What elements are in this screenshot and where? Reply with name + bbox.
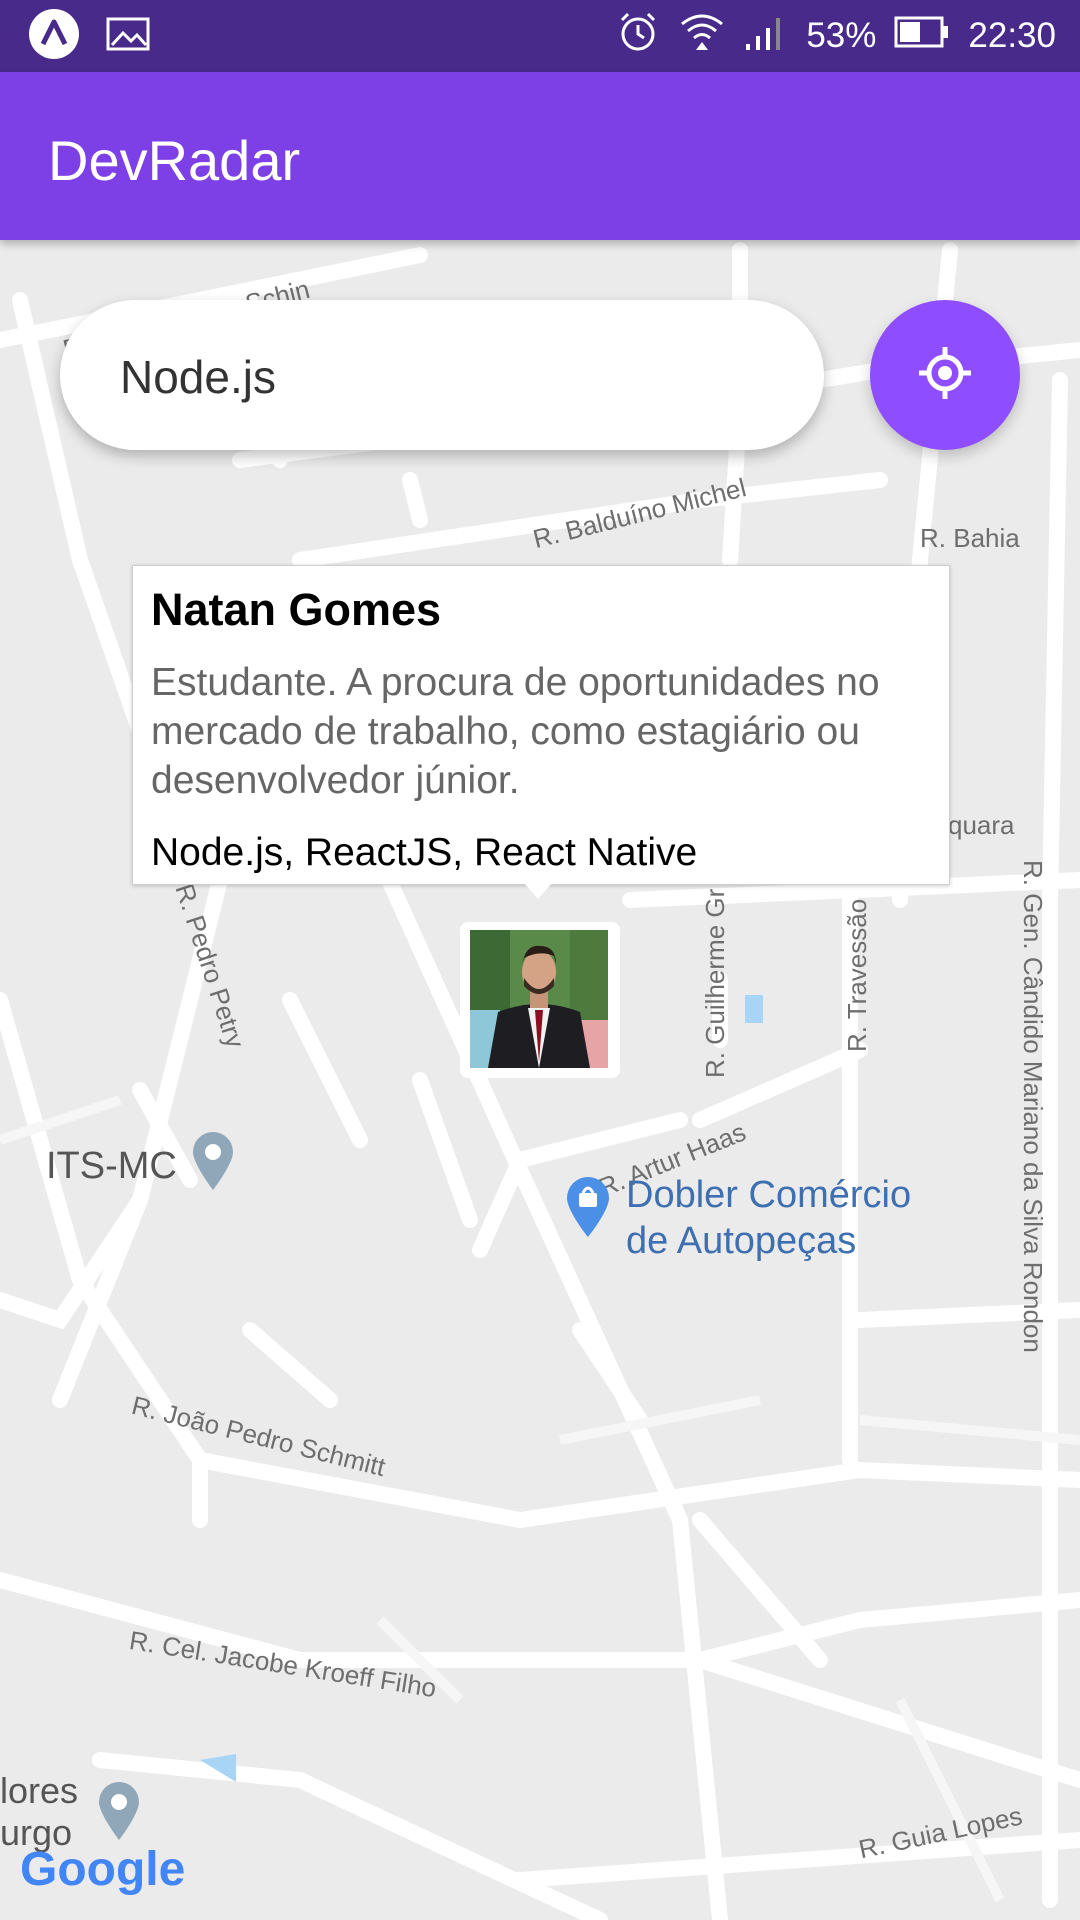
search-input-value: Node.js <box>120 351 276 403</box>
status-bar: 53% 22:30 <box>0 0 1080 72</box>
google-logo-text: Google <box>20 1843 186 1896</box>
dev-techs: Node.js, ReactJS, React Native <box>151 831 698 874</box>
battery-icon <box>894 14 950 59</box>
signal-icon <box>744 12 788 61</box>
poi-label-its: ITS-MC <box>46 1145 177 1187</box>
street-label: R. Guilherme Gr <box>700 888 730 1078</box>
gps-fixed-icon <box>915 343 975 408</box>
poi-label-line: de Autopeças <box>626 1220 857 1262</box>
street-label: R. Travessão <box>842 898 872 1052</box>
dev-callout[interactable]: Natan Gomes Estudante. A procura de opor… <box>132 565 950 885</box>
dev-bio: Estudante. A procura de oportunidades no… <box>151 661 880 802</box>
poi-label-dobler: Dobler Comércio de Autopeças <box>626 1172 911 1264</box>
dev-name: Natan Gomes <box>151 584 442 635</box>
app-title: DevRadar <box>48 129 301 192</box>
poi-label-partial: lores <box>0 1770 79 1811</box>
avatar <box>470 930 608 1068</box>
street-label: R. Bahia <box>920 523 1020 553</box>
street-label: quara <box>948 810 1015 840</box>
map-roads <box>0 242 1080 1920</box>
alarm-icon <box>616 10 660 63</box>
street-label: R. Gen. Cândido Mariano da Silva Rondon <box>1018 860 1048 1353</box>
image-icon <box>106 16 150 57</box>
dev-marker[interactable] <box>460 922 620 1078</box>
app-bar: DevRadar <box>0 72 1080 240</box>
clock: 22:30 <box>968 16 1056 55</box>
map-view[interactable]: R. Carl Wilhelm Schin R. Balduíno Michel… <box>0 240 1080 1920</box>
my-location-button[interactable] <box>870 300 1020 450</box>
expo-icon <box>28 8 80 65</box>
google-logo: Google <box>20 1842 185 1897</box>
wifi-icon <box>678 10 726 63</box>
battery-percent: 53% <box>806 16 877 55</box>
callout-pointer <box>524 883 552 899</box>
search-input[interactable]: Node.js <box>60 300 824 450</box>
poi-label-line: Dobler Comércio <box>626 1174 912 1216</box>
